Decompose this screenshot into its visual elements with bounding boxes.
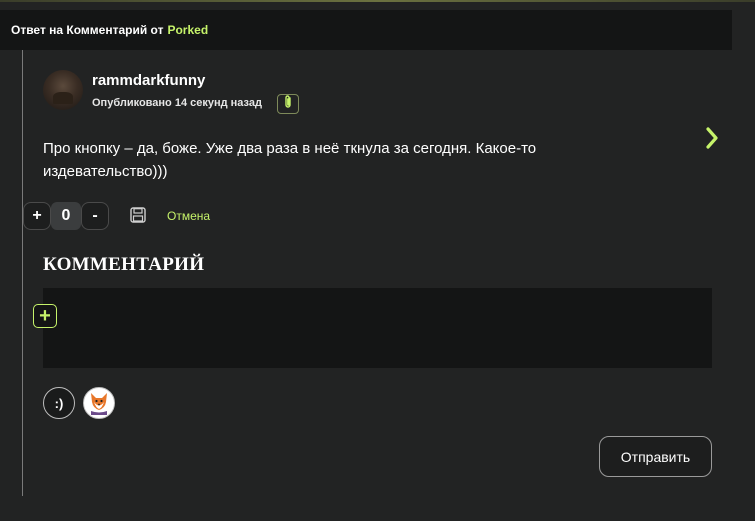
comment-text: Про кнопку – да, боже. Уже два раза в не… — [43, 140, 537, 180]
upvote-button[interactable]: + — [23, 202, 51, 230]
emoji-button[interactable]: :) — [43, 387, 75, 419]
avatar[interactable] — [43, 70, 83, 110]
reply-prefix: Ответ на Комментарий от — [11, 23, 164, 37]
thread-line — [22, 50, 23, 496]
chevron-right-icon[interactable] — [702, 124, 722, 152]
comment-editor[interactable] — [43, 288, 712, 368]
submit-button[interactable]: Отправить — [599, 436, 712, 477]
downvote-button[interactable]: - — [81, 202, 109, 230]
floppy-disk-icon[interactable] — [129, 206, 147, 224]
paperclip-icon — [283, 94, 293, 114]
comment-form-heading: КОММЕНТАРИЙ — [43, 254, 205, 275]
cancel-link[interactable]: Отмена — [167, 209, 210, 223]
top-divider — [0, 0, 755, 2]
attachment-button[interactable] — [277, 94, 299, 114]
fox-sticker-icon — [85, 388, 113, 418]
comment-username[interactable]: rammdarkfunny — [92, 72, 205, 89]
reply-author-link[interactable]: Porked — [167, 23, 208, 37]
reply-header: Ответ на Комментарий от Porked — [0, 10, 732, 50]
comment-timestamp: Опубликовано 14 секунд назад — [92, 97, 262, 109]
vote-count: 0 — [51, 202, 81, 230]
sticker-button[interactable] — [83, 387, 115, 419]
add-block-button[interactable]: + — [33, 304, 57, 328]
